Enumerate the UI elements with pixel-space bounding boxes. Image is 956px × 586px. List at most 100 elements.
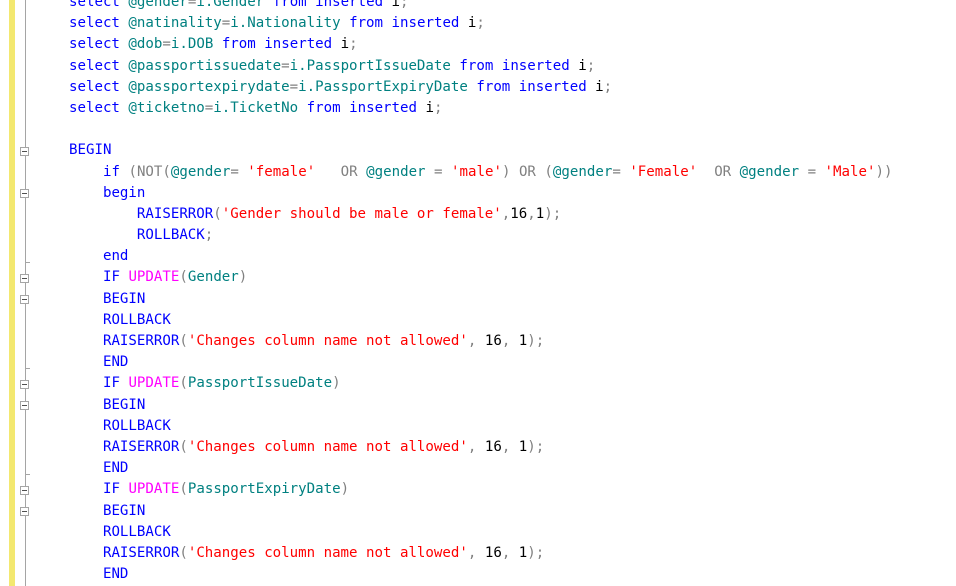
code-token: if bbox=[102, 163, 120, 180]
code-token: OR bbox=[714, 163, 732, 180]
sql-code-editor[interactable]: select @gender=i.Gender from inserted i;… bbox=[0, 0, 956, 586]
code-line[interactable]: select @dob=i.DOB from inserted i; bbox=[69, 34, 956, 55]
code-token: i.DOB bbox=[170, 36, 214, 53]
code-text-area[interactable]: select @gender=i.Gender from inserted i;… bbox=[69, 0, 956, 585]
code-token: 'female' bbox=[247, 163, 316, 180]
code-token: i.TicketNo bbox=[213, 99, 299, 116]
code-line[interactable]: BEGIN bbox=[69, 140, 956, 161]
code-token: ROLLBACK bbox=[102, 417, 171, 434]
code-line[interactable] bbox=[69, 119, 956, 140]
collapse-begin-expirydate-icon[interactable] bbox=[20, 507, 29, 516]
code-token: ( bbox=[179, 269, 188, 286]
code-token: BEGIN bbox=[69, 142, 112, 159]
code-token: @ticketno bbox=[128, 99, 205, 116]
collapse-if-update-gender-icon[interactable] bbox=[20, 274, 29, 283]
code-token: begin bbox=[102, 184, 146, 201]
collapse-if-update-issuedate-icon[interactable] bbox=[20, 380, 29, 389]
outline-end-marker bbox=[25, 262, 30, 263]
code-token: select bbox=[69, 0, 120, 10]
collapse-if-update-expirydate-icon[interactable] bbox=[20, 486, 29, 495]
code-line[interactable]: end bbox=[69, 246, 956, 267]
code-line[interactable]: RAISERROR('Gender should be male or fema… bbox=[69, 204, 956, 225]
code-token: BEGIN bbox=[102, 502, 146, 519]
code-token: END bbox=[102, 354, 129, 371]
code-line[interactable]: ROLLBACK bbox=[69, 522, 956, 543]
code-token: ( bbox=[179, 333, 188, 349]
code-line[interactable]: ROLLBACK bbox=[69, 310, 956, 331]
code-token: ( bbox=[179, 481, 188, 498]
code-token: @gender bbox=[170, 163, 231, 180]
code-line[interactable]: select @natinality=i.Nationality from in… bbox=[69, 13, 956, 34]
code-line[interactable]: ROLLBACK; bbox=[69, 225, 956, 246]
code-token: ) bbox=[238, 269, 248, 286]
code-token: from bbox=[272, 0, 307, 10]
code-token: ); bbox=[527, 544, 545, 561]
code-token: end bbox=[102, 248, 129, 265]
code-line[interactable]: RAISERROR('Changes column name not allow… bbox=[69, 331, 956, 352]
code-token: @natinality bbox=[128, 15, 222, 32]
code-token: , bbox=[501, 205, 511, 222]
code-line[interactable]: IF UPDATE(PassportIssueDate) bbox=[69, 373, 956, 394]
collapse-if-block-icon[interactable] bbox=[20, 189, 29, 198]
code-token: ( bbox=[162, 163, 171, 180]
code-token: select bbox=[69, 36, 120, 53]
code-token: 'Male' bbox=[824, 163, 876, 180]
code-token: inserted bbox=[349, 99, 417, 116]
code-token: inserted bbox=[315, 0, 384, 10]
code-line[interactable]: END bbox=[69, 458, 956, 479]
code-line[interactable]: END bbox=[69, 352, 956, 373]
code-token: ( bbox=[213, 205, 222, 222]
code-token: )) bbox=[875, 163, 893, 180]
code-line[interactable]: begin bbox=[69, 183, 956, 204]
outlining-margin bbox=[15, 0, 39, 586]
code-line[interactable]: END bbox=[69, 564, 956, 585]
code-line[interactable]: select @gender=i.Gender from inserted i; bbox=[69, 0, 956, 13]
code-token: = bbox=[799, 163, 825, 180]
code-token: 'Changes column name not allowed' bbox=[187, 544, 468, 561]
code-token: ); bbox=[527, 438, 545, 455]
code-token: ; bbox=[204, 227, 214, 244]
code-token: ( bbox=[179, 438, 188, 455]
code-line[interactable]: if (NOT(@gender= 'female' OR @gender = '… bbox=[69, 162, 956, 183]
code-token: select bbox=[69, 99, 120, 116]
code-line[interactable]: RAISERROR('Changes column name not allow… bbox=[69, 437, 956, 458]
code-token: 'Gender should be male or female' bbox=[221, 205, 502, 222]
collapse-begin-issuedate-icon[interactable] bbox=[20, 401, 29, 410]
collapse-begin-block-icon[interactable] bbox=[20, 147, 29, 156]
code-token: select bbox=[69, 78, 120, 95]
code-line[interactable]: IF UPDATE(PassportExpiryDate) bbox=[69, 479, 956, 500]
code-token: IF bbox=[102, 481, 120, 498]
code-token: OR bbox=[340, 163, 358, 180]
code-token: from bbox=[349, 15, 384, 32]
collapse-begin-gender-icon[interactable] bbox=[20, 295, 29, 304]
code-line[interactable]: RAISERROR('Changes column name not allow… bbox=[69, 543, 956, 564]
code-token: i bbox=[569, 57, 587, 74]
code-line[interactable]: BEGIN bbox=[69, 289, 956, 310]
code-token: select bbox=[69, 57, 120, 74]
code-token: ROLLBACK bbox=[102, 523, 171, 540]
code-line[interactable]: IF UPDATE(Gender) bbox=[69, 267, 956, 288]
code-token: ; bbox=[603, 78, 613, 95]
code-line[interactable]: BEGIN bbox=[69, 395, 956, 416]
code-token: i bbox=[332, 36, 350, 53]
code-line[interactable]: select @ticketno=i.TicketNo from inserte… bbox=[69, 98, 956, 119]
code-line[interactable]: select @passportexpirydate=i.PassportExp… bbox=[69, 77, 956, 98]
code-token: ROLLBACK bbox=[136, 227, 205, 244]
code-token: inserted bbox=[518, 78, 587, 95]
code-token: RAISERROR bbox=[102, 333, 180, 349]
code-line[interactable]: ROLLBACK bbox=[69, 416, 956, 437]
code-line[interactable]: BEGIN bbox=[69, 501, 956, 522]
code-token: select bbox=[69, 15, 120, 32]
code-line[interactable]: select @passportissuedate=i.PassportIssu… bbox=[69, 56, 956, 77]
